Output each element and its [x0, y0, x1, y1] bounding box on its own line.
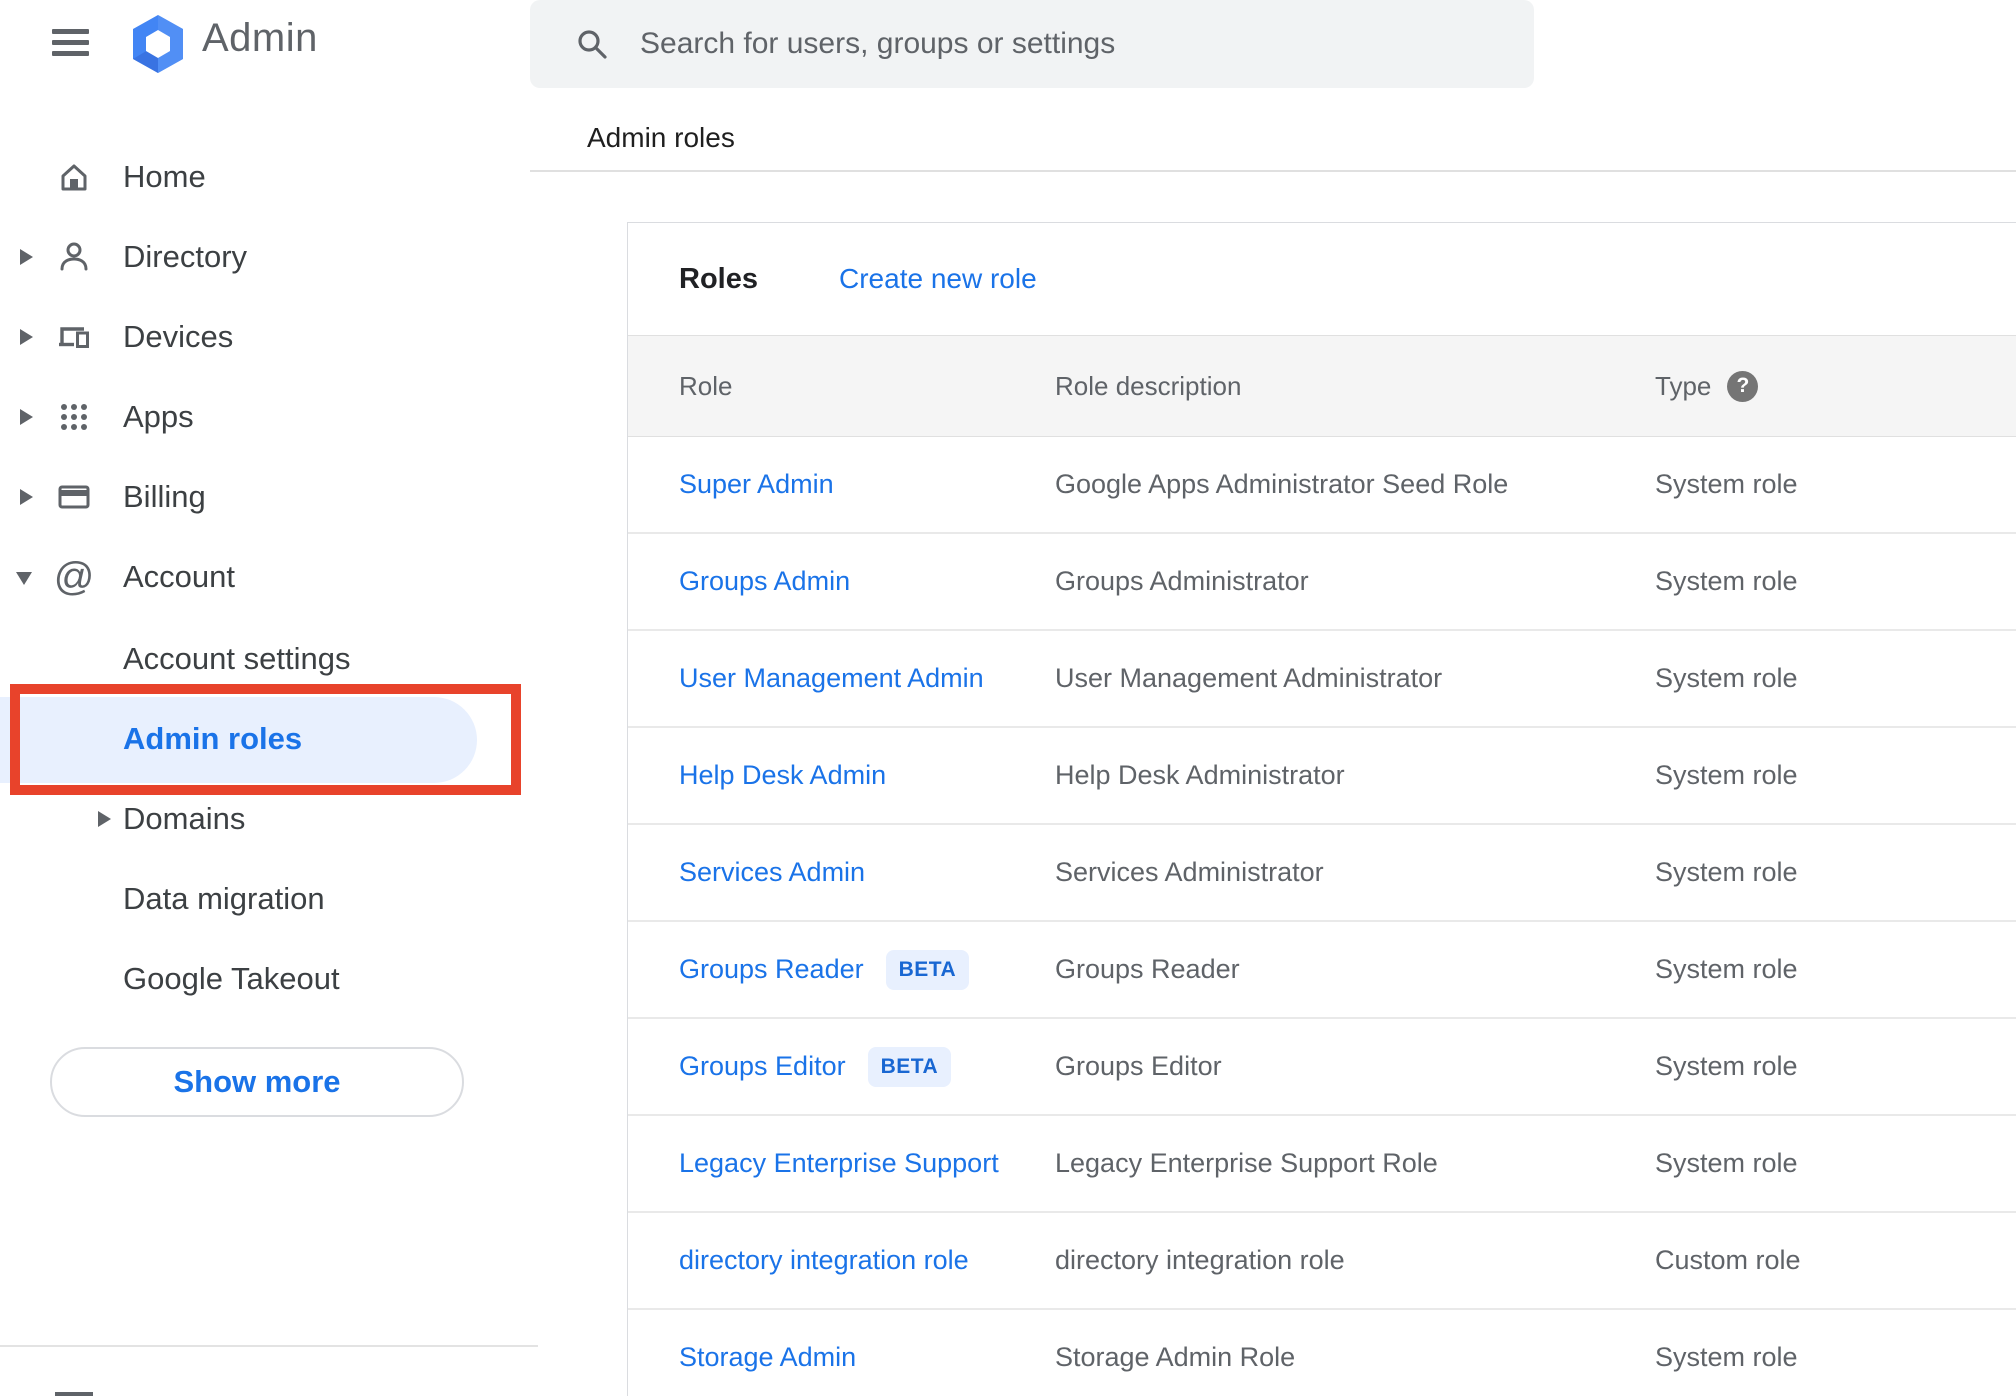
role-link[interactable]: Groups Admin: [679, 566, 850, 597]
breadcrumb-divider: [530, 170, 2016, 172]
role-link[interactable]: Help Desk Admin: [679, 760, 886, 791]
create-new-role-link[interactable]: Create new role: [839, 263, 1037, 295]
expand-arrow-icon[interactable]: [20, 249, 33, 265]
column-header-role: Role: [679, 370, 733, 401]
role-link[interactable]: Super Admin: [679, 469, 834, 500]
sidebar-item-account[interactable]: @ Account: [0, 549, 538, 605]
clipped-icon-fragment: [55, 1392, 93, 1396]
home-icon: [56, 159, 92, 195]
roles-card: Roles Create new role Role Role descript…: [627, 222, 2016, 1396]
sidebar-item-apps[interactable]: Apps: [0, 389, 538, 445]
role-link[interactable]: Storage Admin: [679, 1342, 856, 1373]
search-icon: [578, 30, 607, 59]
column-header-type: Type ?: [1655, 370, 1759, 402]
help-icon[interactable]: ?: [1727, 370, 1759, 402]
sidebar-item-devices[interactable]: Devices: [0, 309, 538, 365]
sidebar-item-directory[interactable]: Directory: [0, 229, 538, 285]
sidebar-item-data-migration[interactable]: Data migration: [0, 871, 538, 927]
table-row: Super Admin Google Apps Administrator Se…: [628, 437, 2016, 534]
expand-arrow-icon[interactable]: [20, 409, 33, 425]
roles-card-header: Roles Create new role: [628, 223, 2016, 335]
role-link[interactable]: Groups Editor BETA: [679, 1046, 952, 1087]
person-icon: [56, 239, 92, 275]
table-row: Groups Editor BETA Groups Editor System …: [628, 1019, 2016, 1116]
google-admin-console: Admin Admin roles Home Directory: [0, 0, 2016, 1396]
expand-arrow-icon[interactable]: [20, 489, 33, 505]
table-row: directory integration role directory int…: [628, 1213, 2016, 1310]
sidebar-item-admin-roles[interactable]: Admin roles: [0, 711, 538, 767]
expand-arrow-icon[interactable]: [98, 811, 111, 827]
sidebar-item-google-takeout[interactable]: Google Takeout: [0, 951, 538, 1007]
at-sign-icon: @: [53, 554, 95, 599]
beta-badge: BETA: [885, 949, 970, 990]
admin-hexagon-logo: [133, 15, 183, 73]
search-input[interactable]: [640, 27, 1500, 61]
expand-arrow-icon[interactable]: [20, 329, 33, 345]
sidebar-divider: [0, 1345, 538, 1347]
table-row: Groups Reader BETA Groups Reader System …: [628, 922, 2016, 1019]
table-row: Legacy Enterprise Support Legacy Enterpr…: [628, 1116, 2016, 1213]
sidebar-item-billing[interactable]: Billing: [0, 469, 538, 525]
sidebar-item-home[interactable]: Home: [0, 149, 538, 205]
role-link[interactable]: Legacy Enterprise Support: [679, 1148, 999, 1179]
table-row: Services Admin Services Administrator Sy…: [628, 825, 2016, 922]
table-row: Groups Admin Groups Administrator System…: [628, 534, 2016, 631]
collapse-arrow-icon[interactable]: [16, 572, 32, 585]
devices-icon: [56, 319, 92, 355]
app-title: Admin: [202, 16, 318, 60]
role-link[interactable]: directory integration role: [679, 1245, 969, 1276]
page-title: Roles: [679, 262, 758, 295]
apps-grid-icon: [56, 399, 92, 435]
table-header-row: Role Role description Type ?: [628, 335, 2016, 437]
table-row: Storage Admin Storage Admin Role System …: [628, 1310, 2016, 1396]
role-link[interactable]: Groups Reader BETA: [679, 949, 970, 990]
sidebar-item-domains[interactable]: Domains: [0, 791, 538, 847]
credit-card-icon: [56, 479, 92, 515]
sidebar-item-account-settings[interactable]: Account settings: [0, 631, 538, 687]
breadcrumb: Admin roles: [587, 122, 735, 153]
column-header-description: Role description: [1055, 370, 1242, 401]
hamburger-menu-icon[interactable]: [52, 29, 89, 56]
beta-badge: BETA: [867, 1046, 952, 1087]
role-link[interactable]: User Management Admin: [679, 663, 984, 694]
table-row: User Management Admin User Management Ad…: [628, 631, 2016, 728]
table-row: Help Desk Admin Help Desk Administrator …: [628, 728, 2016, 825]
role-link[interactable]: Services Admin: [679, 857, 865, 888]
show-more-button[interactable]: Show more: [50, 1047, 464, 1117]
search-bar: [530, 0, 1534, 88]
